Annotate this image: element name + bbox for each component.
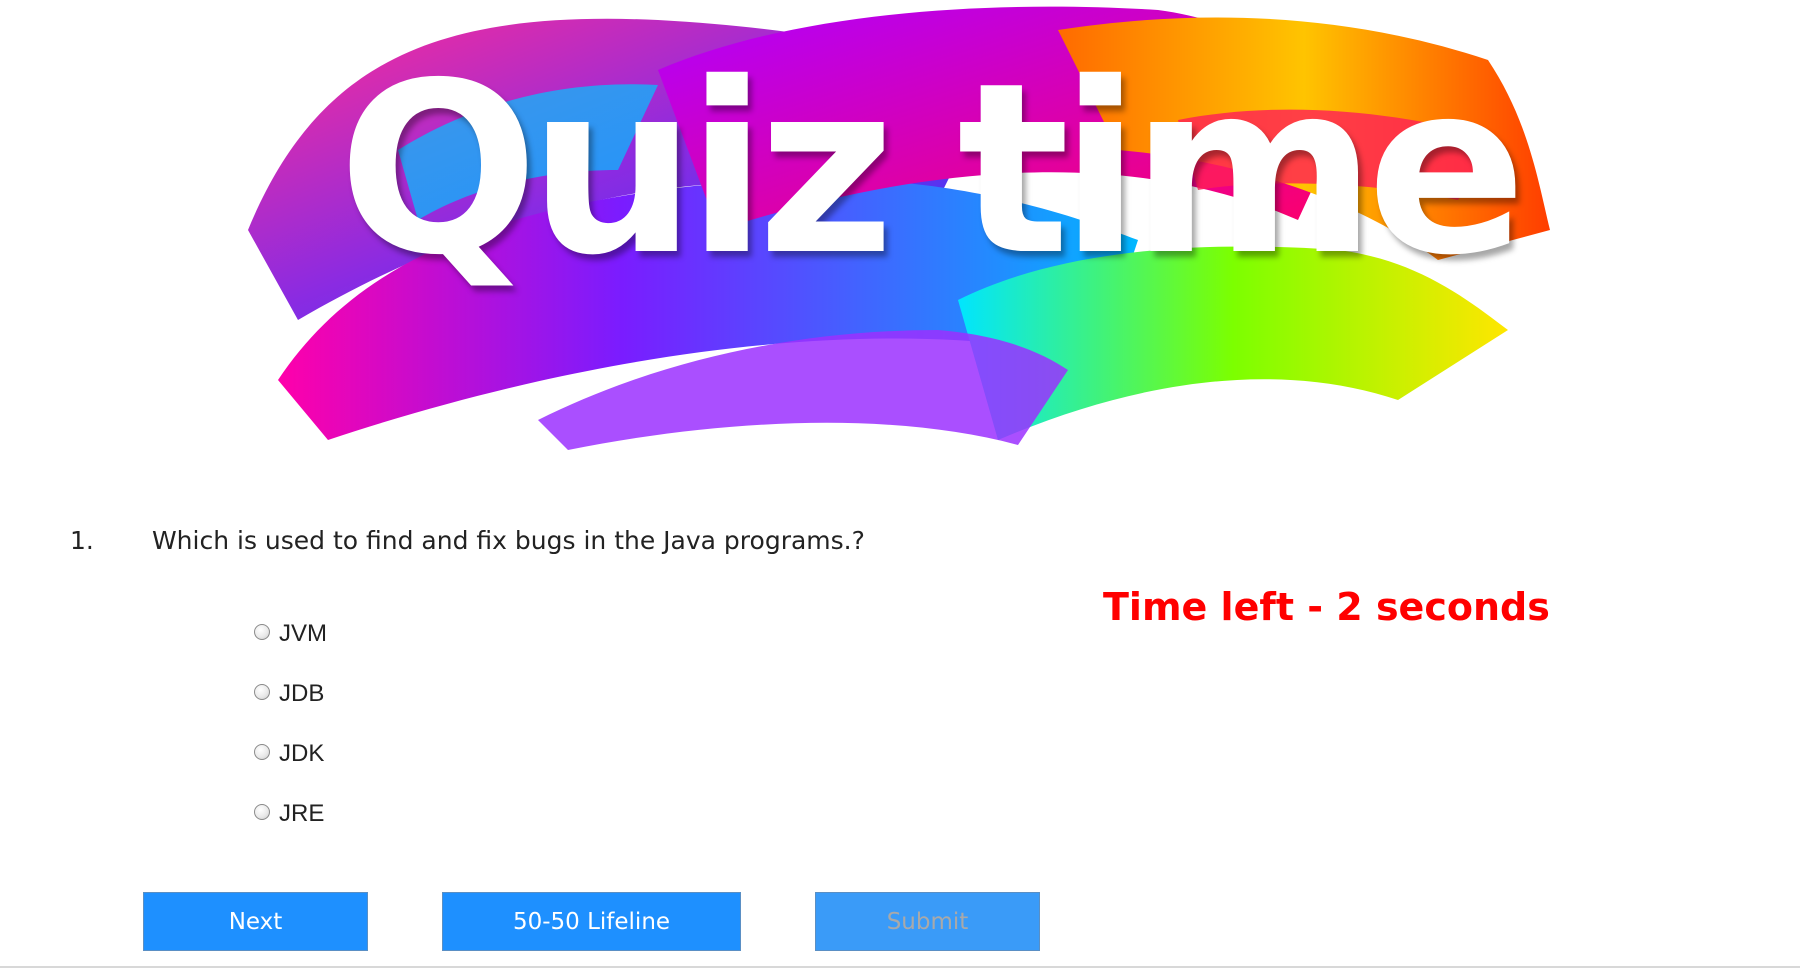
question-row: 1. Which is used to find and fix bugs in… bbox=[70, 526, 865, 555]
radio-button[interactable] bbox=[254, 624, 270, 640]
question-number: 1. bbox=[70, 526, 94, 555]
fifty-fifty-lifeline-button[interactable]: 50-50 Lifeline bbox=[442, 892, 741, 951]
option-label: JRE bbox=[279, 800, 325, 827]
option-label: JDK bbox=[279, 740, 325, 767]
bottom-divider bbox=[0, 966, 1800, 968]
option-label: JDB bbox=[279, 680, 325, 707]
time-left-countdown: Time left - 2 seconds bbox=[1103, 585, 1550, 629]
submit-button[interactable]: Submit bbox=[815, 892, 1040, 951]
quiz-time-title: Quiz time bbox=[338, 32, 1527, 307]
radio-button[interactable] bbox=[254, 744, 270, 760]
question-text: Which is used to find and fix bugs in th… bbox=[151, 526, 865, 555]
option-jdb[interactable]: JDB bbox=[254, 664, 327, 724]
answer-options: JVM JDB JDK JRE bbox=[254, 604, 327, 844]
quiz-banner: Quiz time bbox=[238, 0, 1550, 450]
option-jdk[interactable]: JDK bbox=[254, 724, 327, 784]
quiz-page: Quiz time 1. Which is used to find and f… bbox=[0, 0, 1800, 972]
option-jre[interactable]: JRE bbox=[254, 784, 327, 844]
option-jvm[interactable]: JVM bbox=[254, 604, 327, 664]
radio-button[interactable] bbox=[254, 684, 270, 700]
option-label: JVM bbox=[279, 620, 327, 647]
radio-button[interactable] bbox=[254, 804, 270, 820]
next-button[interactable]: Next bbox=[143, 892, 368, 951]
